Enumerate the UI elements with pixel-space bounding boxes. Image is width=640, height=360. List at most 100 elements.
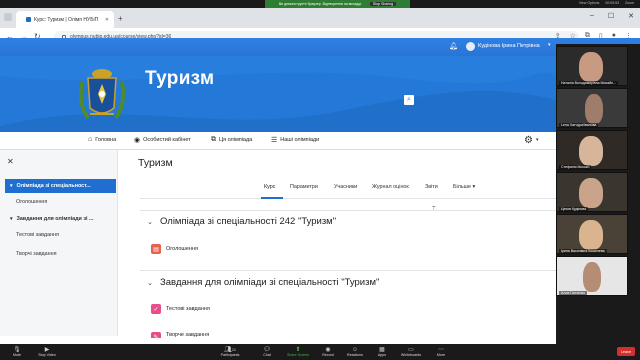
- tab-participants[interactable]: Учасники: [334, 184, 357, 190]
- user-menu-chevron-icon[interactable]: ▾: [548, 42, 551, 48]
- settings-gear-icon[interactable]: ⚙: [524, 135, 533, 146]
- drawer-item-creative[interactable]: Творчі завдання: [16, 251, 57, 257]
- whiteboards-button[interactable]: ▭ Whiteboards: [396, 344, 426, 360]
- section-divider: [140, 210, 560, 211]
- tab-title: Курс: Туризм | Олімп НУБіП: [34, 16, 99, 23]
- tab-gradebook[interactable]: Журнал оцінок: [372, 184, 409, 190]
- chevron-down-icon: ▾: [472, 184, 476, 190]
- menu-item-label: Головна: [95, 136, 117, 143]
- record-button[interactable]: ◉ Record: [313, 344, 343, 360]
- drawer-section-tasks[interactable]: ▾ Завдання для олімпіади зі ...: [5, 212, 116, 226]
- toolbar-label: Apps: [377, 353, 387, 357]
- participant-video: [579, 220, 603, 250]
- drawer-item-announcements[interactable]: Оголошення: [16, 199, 47, 205]
- view-options-button[interactable]: View Options: [579, 1, 600, 5]
- tab-more[interactable]: Більше ▾: [453, 184, 475, 190]
- participant-tile[interactable]: Ірина Василівна Кошелева: [556, 214, 628, 254]
- drawer-item-label: Олімпіада зі спеціальност...: [16, 183, 91, 189]
- activity-tests[interactable]: ✓ Тестові завдання: [151, 304, 210, 314]
- favicon-icon: [26, 17, 31, 22]
- university-crest-logo: [78, 69, 126, 120]
- site-navbar: 🔔︎ Кудінова Ірина Петрівна ▾: [0, 38, 640, 56]
- mute-button[interactable]: 🎙︎ Mute: [2, 344, 32, 360]
- browser-tab[interactable]: Курс: Туризм | Олімп НУБіП ✕: [16, 11, 114, 28]
- apps-button[interactable]: ▦ Apps: [367, 344, 397, 360]
- stop-video-button[interactable]: ▶ Stop Video: [32, 344, 62, 360]
- participant-name: Ірина Василівна Кошелева: [559, 249, 607, 253]
- chevron-down-icon[interactable]: ▾: [10, 216, 13, 222]
- participant-tile[interactable]: Алла Ганченко: [556, 256, 628, 296]
- participant-tile[interactable]: Наталія Володимирівна Михайл...: [556, 46, 628, 86]
- participant-tile[interactable]: Стефанія Мосько: [556, 130, 628, 170]
- reactions-button[interactable]: ☺ Reactions: [340, 344, 370, 360]
- participant-name: Lena Хатчура/Іванова: [559, 123, 599, 127]
- participants-button[interactable]: 👥︎24 Participants: [215, 344, 245, 360]
- new-tab-icon[interactable]: +: [118, 15, 123, 23]
- toolbar-label: Mute: [13, 353, 21, 357]
- meeting-timer: 00:09:53: [605, 1, 620, 5]
- section-title: Олімпіада зі спеціальності 242 "Туризм": [160, 216, 337, 227]
- share-notice-text: Ви демонструєте браузер. Відтворення на …: [278, 2, 362, 6]
- tab-course[interactable]: Курс: [264, 184, 275, 190]
- zoom-label: Zoom: [625, 1, 634, 5]
- screen-share-notice: Ви демонструєте браузер. Відтворення на …: [265, 0, 410, 8]
- section-heading-tasks[interactable]: ⌄ Завдання для олімпіади зі спеціальност…: [146, 277, 379, 288]
- share-screen-button[interactable]: ⬆ Share Screen: [283, 344, 313, 360]
- assignment-icon: ✎: [151, 332, 161, 338]
- activity-announcements[interactable]: ▤ Оголошення: [151, 244, 198, 254]
- gallery-scrollbar[interactable]: [629, 44, 639, 302]
- forum-icon: ▤: [151, 244, 161, 254]
- menu-item-home[interactable]: ⌂ Головна: [88, 136, 116, 143]
- toolbar-label: Participants: [220, 353, 240, 357]
- drawer-section-olympiad[interactable]: ▾ Олімпіада зі спеціальност...: [5, 179, 116, 193]
- toolbar-label: Record: [322, 353, 334, 357]
- menu-item-dashboard[interactable]: ◉ Особистий кабінет: [134, 136, 191, 144]
- toolbar-label: Stop Video: [38, 353, 56, 357]
- dashboard-icon: ◉: [134, 137, 141, 144]
- chat-button[interactable]: 💬︎ Chat: [252, 344, 282, 360]
- leave-button[interactable]: Leave: [617, 347, 635, 356]
- user-avatar[interactable]: [466, 42, 475, 51]
- participant-tile[interactable]: Lena Хатчура/Іванова: [556, 88, 628, 128]
- menu-item-label: Особистий кабінет: [143, 137, 191, 143]
- participant-tile[interactable]: Цехов Кудінова: [556, 172, 628, 212]
- notifications-bell-icon[interactable]: 🔔︎: [449, 42, 458, 50]
- activity-label: Тестові завдання: [166, 306, 210, 312]
- drawer-item-tests[interactable]: Тестові завдання: [16, 232, 59, 238]
- chevron-down-icon[interactable]: ⌄: [146, 279, 154, 287]
- tab-settings[interactable]: Параметри: [290, 184, 318, 190]
- main-menu: ⌂ Головна ◉ Особистий кабінет ⧉ Ця олімп…: [0, 132, 560, 150]
- settings-chevron-icon[interactable]: ▾: [536, 137, 539, 143]
- toolbar-label: Chat: [263, 353, 271, 357]
- section-divider: [140, 270, 560, 271]
- activity-creative[interactable]: ✎ Творче завдання: [151, 332, 209, 338]
- activity-label: Творче завдання: [166, 332, 210, 338]
- zoom-top-right: View Options 00:09:53 Zoom: [579, 1, 634, 5]
- close-window-icon[interactable]: ✕: [628, 12, 634, 20]
- sitemap-icon: ⧉: [211, 136, 216, 143]
- tab-bar: Курс: Туризм | Олімп НУБіП ✕ + – ☐ ✕: [0, 8, 640, 28]
- participant-video: [579, 52, 603, 82]
- tab-reports[interactable]: Звіти: [425, 184, 438, 190]
- toolbar-label: Whiteboards: [400, 353, 422, 357]
- chevron-down-icon[interactable]: ⌄: [146, 218, 154, 226]
- close-drawer-icon[interactable]: ✕: [7, 157, 14, 166]
- minimize-icon[interactable]: –: [590, 12, 594, 20]
- menu-item-our-olympiads[interactable]: ☰ Наші олімпіади: [271, 136, 319, 144]
- list-icon: ☰: [271, 137, 278, 144]
- user-name[interactable]: Кудінова Ірина Петрівна: [478, 43, 540, 49]
- menu-item-this-olympiad[interactable]: ⧉ Ця олімпіада: [211, 136, 252, 144]
- participant-video: [579, 136, 603, 166]
- more-button[interactable]: ⋯ More: [426, 344, 456, 360]
- tab-search-icon[interactable]: [4, 13, 12, 21]
- stop-sharing-button[interactable]: Stop Sharing: [369, 2, 397, 6]
- toolbar-label: Share Screen: [287, 353, 309, 357]
- close-tab-icon[interactable]: ✕: [105, 17, 109, 23]
- participant-video: [583, 262, 601, 292]
- maximize-icon[interactable]: ☐: [608, 12, 614, 20]
- tab-more-label: Більше: [453, 184, 472, 190]
- search-icon[interactable]: ⌕: [404, 95, 414, 105]
- chevron-down-icon[interactable]: ▾: [10, 183, 13, 189]
- window-controls: – ☐ ✕: [590, 12, 634, 20]
- section-heading-olympiad[interactable]: ⌄ Олімпіада зі спеціальності 242 "Туризм…: [146, 216, 336, 227]
